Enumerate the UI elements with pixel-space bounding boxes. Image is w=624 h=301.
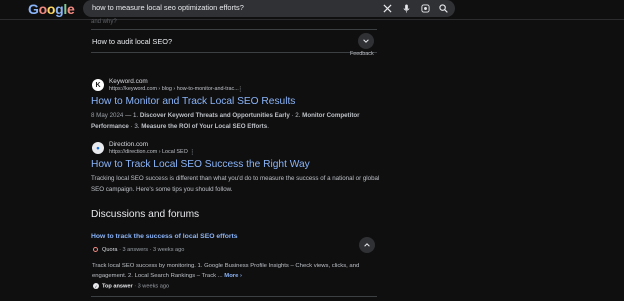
section-heading: Discussions and forums [91,209,200,220]
search-results-page: Google how to measure local seo optimiza… [0,0,624,301]
faq-item[interactable]: How to audit local SEO? [91,29,377,53]
google-logo[interactable]: Google [28,1,75,17]
result-title-link[interactable]: How to Monitor and Track Local SEO Resul… [91,96,381,107]
discussion-title-link[interactable]: How to track the success of local SEO ef… [91,233,377,240]
search-result: K Keyword.com https://keyword.com › blog… [91,78,381,132]
result-url: https://keyword.com › blog › how-to-moni… [109,86,239,92]
direction-favicon-icon: • [92,142,104,154]
result-site-name: Direction.com [109,141,149,148]
top-answer-label: ✓ Top answer · 3 weeks ago [93,283,170,290]
search-result: • Direction.com https://direction.com › … [91,141,381,195]
quora-icon [93,247,98,253]
result-snippet: 8 May 2024 — 1. Discover Keyword Threats… [91,112,360,130]
result-site-name: Keyword.com [109,78,148,85]
mic-icon[interactable] [400,2,412,14]
chevron-down-icon[interactable] [358,33,374,49]
result-title-link[interactable]: How to Track Local SEO Success the Right… [91,159,381,170]
more-options-icon[interactable]: ⋮ [189,148,196,156]
result-snippet: Tracking local SEO success is different … [91,175,380,193]
divider [91,296,377,297]
discussion-source[interactable]: Quora · 3 answers · 3 weeks ago [93,247,184,253]
check-icon: ✓ [93,283,99,289]
close-icon[interactable] [381,2,393,14]
more-link[interactable]: More › [224,273,242,279]
feedback-link[interactable]: Feedback [350,51,374,57]
search-box[interactable]: how to measure local seo optimization ef… [83,0,455,17]
result-source[interactable]: K Keyword.com https://keyword.com › blog… [91,78,381,95]
search-icon[interactable] [437,2,449,14]
search-input[interactable]: how to measure local seo optimization ef… [92,3,244,12]
result-url: https://direction.com › Local SEO [109,149,188,155]
discussion-answer: Track local SEO success by monitoring. 1… [92,263,360,279]
more-options-icon[interactable]: ⋮ [237,85,244,93]
discussion-item: How to track the success of local SEO ef… [91,233,377,289]
result-source[interactable]: • Direction.com https://direction.com › … [91,141,381,158]
faq-question[interactable]: How to audit local SEO? [92,37,172,46]
keyword-favicon-icon: K [92,79,104,91]
header: Google how to measure local seo optimiza… [0,0,624,20]
chevron-up-icon[interactable] [359,237,375,253]
faq-previous-answer-text: and why? [91,19,117,25]
camera-icon[interactable] [419,2,431,14]
